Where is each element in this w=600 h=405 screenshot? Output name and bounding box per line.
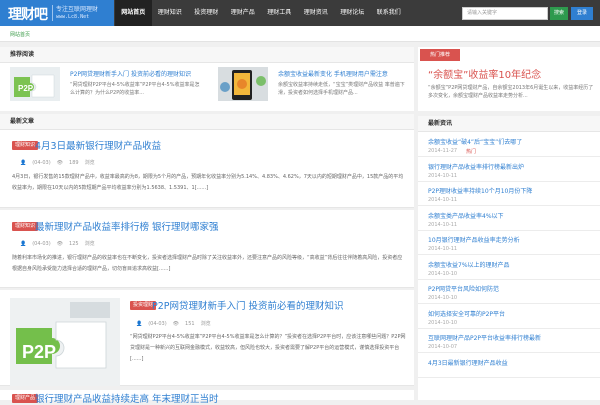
breadcrumb-bar: 网站首页 [0,26,600,42]
nav-item-knowledge[interactable]: 理财知识 [152,0,189,26]
sidebar-item-date: 2014-11-27 [428,148,458,154]
phone-app-thumbnail[interactable] [218,67,268,101]
sidebar-list-item[interactable]: 10月银行理财产品收益率走势分析 2014-10-11 [418,231,600,255]
sidebar-item-date: 2014-10-11 [428,197,458,203]
nav-item-news[interactable]: 理财资讯 [298,0,335,26]
sidebar-item-title[interactable]: 余额宝类产品收益率4%以下 [428,211,504,220]
article-title[interactable]: 最新理财产品收益率排行榜 银行理财哪家强 [35,219,219,233]
hot-title[interactable]: “余额宝”收益率10年纪念 [428,66,541,81]
featured-panel: 推荐阅读 P2P P2P网贷理财新手入门 投资前必看的理财知识 “网贷理财P2P… [0,47,414,111]
author-icon: 👤 [136,321,143,327]
sidebar-item-date: 2014-10-07 [428,344,458,350]
views-icon: 👁 [172,321,180,327]
hot-desc: “余额宝”P2P网贷理财产品，自余额宝2013年6月诞生以来，收益率经历了多次变… [428,85,594,99]
article-title[interactable]: 银行理财产品收益持续走高 年末理财正当时 [35,391,219,405]
article-excerpt: 4月3日，银行发售的15款理财产品中，收益率最高的为8，期限为5个月的产品，预期… [12,174,404,191]
nav-item-forum[interactable]: 理财论坛 [334,0,371,26]
nav-item-contact[interactable]: 联系我们 [371,0,408,26]
featured-item-desc: “网贷理财P2P平台4-5%收益率”P2P平台4-5%收益率是怎么计算的？为什么… [70,82,200,96]
sidebar-item-title[interactable]: 10月银行理财产品收益率走势分析 [428,235,520,244]
author-icon: 👤 [20,160,27,166]
sidebar-item-title[interactable]: 如何选择安全可靠的P2P平台 [428,309,505,318]
author-icon: 👤 [20,241,27,247]
sidebar-list-heading: 最新资讯 [418,116,600,132]
nav-item-tools[interactable]: 理财工具 [261,0,298,26]
latest-panel: 最新文章 [0,114,414,130]
article-views-unit: 浏览 [84,160,95,166]
article-views-unit: 浏览 [84,241,95,247]
featured-item-desc: 余额宝收益率持续走低，“宝宝”类理财产品收益 率普遍下滑，投资者如何选择手机理财… [278,82,405,96]
breadcrumb-home[interactable]: 网站首页 [10,31,30,38]
nav-item-products[interactable]: 理财产品 [225,0,262,26]
main-nav: 网站首页 理财知识 投资理财 理财产品 理财工具 理财资讯 理财论坛 联系我们 [115,0,407,26]
svg-text:P2P: P2P [22,342,56,362]
sidebar-item-date: 2014-10-11 [428,246,458,252]
sidebar-list-item[interactable]: 4月3日最新银行理财产品收益 [418,354,600,378]
login-button[interactable]: 登录 [571,7,593,20]
views-icon: 👁 [56,241,64,247]
hot-badge: 热门 [466,149,477,155]
sidebar-item-date: 2014-10-11 [428,221,458,228]
sidebar-item-title[interactable]: 4月3日最新银行理财产品收益 [428,358,508,367]
hot-tag: 热门推荐 [420,49,460,61]
sidebar-list-item[interactable]: 余额宝类产品收益率4%以下 2014-10-11 [418,207,600,231]
article-title[interactable]: 4月3日最新银行理财产品收益 [35,138,161,152]
article-excerpt: “网贷理财P2P平台4-5%收益率”P2P平台4-5%收益率是怎么计算的？”投资… [130,334,406,362]
sidebar-item-date: 2014-10-10 [428,295,458,301]
featured-item[interactable]: P2P P2P网贷理财新手入门 投资前必看的理财知识 “网贷理财P2P平台4-5… [10,67,206,107]
article-item: P2P 投资理财 P2P网贷理财新手入门 投资前必看的理财知识 👤 (04-03)… [0,290,414,386]
sidebar-item-title[interactable]: 余额宝收益7%以上的理财产品 [428,260,510,269]
nav-item-home[interactable]: 网站首页 [115,0,152,26]
top-nav-bar: 理财吧 专注互联网理财 www.Lc8.Net 网站首页 理财知识 投资理财 理… [0,0,600,26]
sidebar-item-date: 2014-10-10 [428,270,458,277]
latest-heading: 最新文章 [0,114,414,130]
sidebar-list-item[interactable]: 如何选择安全可靠的P2P平台 2014-10-10 [418,305,600,329]
featured-heading: 推荐阅读 [0,47,414,63]
logo-text: 理财吧 [8,7,48,23]
article-views: 189 [69,160,79,166]
article-meta: 👤 (04-03) 👁 125 浏览 [20,240,101,247]
article-meta: 👤 (04-03) 👁 151 浏览 [136,320,217,327]
featured-item[interactable]: 余额宝收益最新变化 手机理财用户需注意 余额宝收益率持续走低，“宝宝”类理财产品… [218,67,414,107]
logo-divider [52,5,53,21]
article-item: 理财知识 4月3日最新银行理财产品收益 👤 (04-03) 👁 189 浏览 4月3日，… [0,130,414,208]
featured-item-title[interactable]: P2P网贷理财新手入门 投资前必看的理财知识 [70,69,191,78]
article-date: (04-03) [32,160,51,166]
article-title[interactable]: P2P网贷理财新手入门 投资前必看的理财知识 [152,298,344,312]
sidebar-list-item[interactable]: 互联网理财产品P2P平台收益率排行榜最新 2014-10-07 [418,329,600,353]
logo-slogan: 专注互联网理财 [56,6,99,13]
p2p-puzzle-image[interactable]: P2P [10,298,120,386]
article-excerpt: 随着利率市场化的推进，银行理财产品的收益率也在不断变化，投资者选择理财产品时除了… [12,255,403,272]
sidebar-item-date: 2014-10-11 [428,172,458,179]
article-views: 151 [185,321,195,327]
site-logo[interactable]: 理财吧 专注互联网理财 www.Lc8.Net [0,0,114,26]
sidebar-item-title[interactable]: P2P理财收益率持续10个月10月份下降 [428,186,532,195]
search-button[interactable]: 搜索 [550,7,568,20]
article-views: 125 [69,241,79,247]
sidebar-item-title[interactable]: 余额宝收益“破4”后“宝宝”们去哪了 [428,137,522,146]
nav-item-invest[interactable]: 投资理财 [188,0,225,26]
views-icon: 👁 [56,160,64,166]
sidebar-list-item[interactable]: 余额宝收益“破4”后“宝宝”们去哪了热门 2014-11-27 [418,133,600,157]
sidebar-item-date: 2014-10-10 [428,319,458,326]
sidebar-item-title[interactable]: 互联网理财产品P2P平台收益率排行榜最新 [428,333,541,342]
p2p-puzzle-thumbnail[interactable]: P2P [10,67,60,101]
article-item: 理财知识 最新理财产品收益率排行榜 银行理财哪家强 👤 (04-03) 👁 125 浏览… [0,210,414,288]
sidebar-list-item[interactable]: 银行理财产品收益率排行榜最新出炉 2014-10-11 [418,158,600,182]
sidebar-list-item[interactable]: 余额宝收益7%以上的理财产品 2014-10-10 [418,256,600,280]
svg-text:P2P: P2P [18,84,34,93]
sidebar-list-item[interactable]: P2P理财收益率持续10个月10月份下降 2014-10-11 [418,182,600,206]
article-meta: 👤 (04-03) 👁 189 浏览 [20,159,101,166]
article-item: 理财产品 银行理财产品收益持续走高 年末理财正当时 [0,390,414,405]
article-date: (04-03) [148,321,167,327]
article-date: (04-03) [32,241,51,247]
logo-domain: www.Lc8.Net [56,14,90,20]
sidebar-item-title[interactable]: P2P网贷平台风险如何防范 [428,284,499,293]
sidebar-list-item[interactable]: P2P网贷平台风险如何防范 2014-10-10 [418,280,600,304]
featured-item-title[interactable]: 余额宝收益最新变化 手机理财用户需注意 [278,69,388,78]
article-views-unit: 浏览 [200,321,211,327]
sidebar-item-title[interactable]: 银行理财产品收益率排行榜最新出炉 [428,162,524,171]
search-input[interactable]: 请输入关键字 [462,7,548,20]
